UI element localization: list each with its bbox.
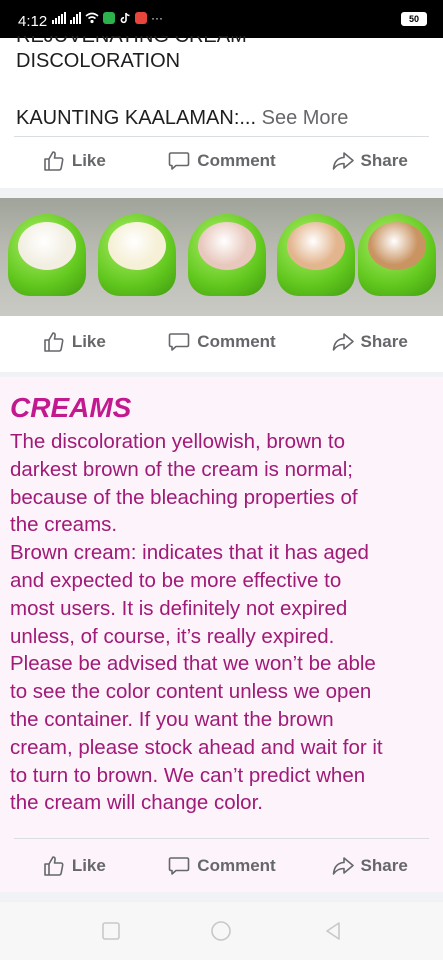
- jar-fill: [198, 222, 256, 270]
- app-icon-red: [135, 12, 147, 24]
- post-actions-3: Like Comment Share: [0, 846, 443, 886]
- signal-icon: [52, 12, 66, 24]
- share-label: Share: [360, 856, 408, 875]
- creams-line: to see the color content unless we open: [10, 680, 372, 704]
- cream-jar: [188, 214, 266, 296]
- status-icons: ···: [52, 11, 163, 25]
- jar-fill: [368, 222, 426, 270]
- comment-icon: [168, 333, 190, 351]
- thumbs-up-icon: [44, 151, 64, 171]
- share-button[interactable]: Share: [295, 141, 443, 181]
- jar-fill: [18, 222, 76, 270]
- like-button[interactable]: Like: [0, 846, 148, 886]
- recents-icon[interactable]: [100, 920, 122, 942]
- like-button[interactable]: Like: [0, 322, 148, 362]
- home-icon[interactable]: [210, 920, 232, 942]
- thumbs-up-icon: [44, 856, 64, 876]
- creams-body: The discoloration yellowish, brown to da…: [10, 428, 440, 817]
- back-icon[interactable]: [322, 920, 344, 942]
- creams-line: The discoloration yellowish, brown to: [10, 430, 345, 453]
- creams-line: darkest brown of the cream is normal;: [10, 457, 353, 481]
- creams-line: Brown cream: indicates that it has aged: [10, 541, 369, 565]
- comment-button[interactable]: Comment: [148, 141, 296, 181]
- share-label: Share: [360, 332, 408, 351]
- comment-icon: [168, 857, 190, 875]
- creams-line: unless, of course, it’s really expired.: [10, 624, 335, 648]
- tiktok-icon: [120, 12, 130, 24]
- share-label: Share: [360, 151, 408, 170]
- share-icon: [332, 333, 354, 351]
- like-label: Like: [71, 856, 106, 875]
- share-button[interactable]: Share: [295, 846, 443, 886]
- post-actions-2: Like Comment Share: [0, 322, 443, 362]
- jar-fill: [108, 222, 166, 270]
- like-button[interactable]: Like: [0, 141, 148, 181]
- comment-label: Comment: [197, 856, 276, 875]
- wifi-icon: [85, 12, 99, 24]
- comment-icon: [168, 152, 190, 170]
- see-more-link[interactable]: See More: [262, 107, 349, 129]
- creams-line: the container. If you want the brown: [10, 707, 334, 731]
- thumbs-up-icon: [44, 332, 64, 352]
- creams-line: Please be advised that we won’t be able: [10, 652, 376, 676]
- status-bar: 4:12 ··· 50: [0, 0, 443, 38]
- cream-jar: [358, 214, 436, 296]
- like-label: Like: [71, 151, 106, 170]
- comment-label: Comment: [197, 151, 276, 170]
- comment-button[interactable]: Comment: [148, 846, 296, 886]
- post-text-kaunting: KAUNTING KAALAMAN:...: [16, 107, 257, 129]
- comment-button[interactable]: Comment: [148, 322, 296, 362]
- like-label: Like: [71, 332, 106, 351]
- creams-line: and expected to be more effective to: [10, 568, 342, 592]
- battery-icon: 50: [401, 12, 427, 26]
- share-icon: [332, 152, 354, 170]
- signal-icon-2: [70, 12, 81, 24]
- jar-fill: [287, 222, 345, 270]
- cream-jars-photo[interactable]: [0, 198, 443, 316]
- share-button[interactable]: Share: [295, 322, 443, 362]
- creams-line: most users. It is definitely not expired: [10, 596, 348, 620]
- navigation-bar: [0, 902, 443, 960]
- post-actions-1: Like Comment Share: [0, 141, 443, 181]
- cream-jar: [277, 214, 355, 296]
- creams-line: the cream will change color.: [10, 791, 263, 815]
- cream-jar: [98, 214, 176, 296]
- post-text-cut-line: REJUVENATING CREAM: [16, 36, 247, 47]
- divider: [14, 136, 429, 137]
- creams-line: cream, please stock ahead and wait for i…: [10, 735, 383, 759]
- divider: [14, 838, 429, 839]
- post-text-line-1: DISCOLORATION: [16, 50, 181, 72]
- share-icon: [332, 857, 354, 875]
- creams-line: the creams.: [10, 513, 118, 537]
- comment-label: Comment: [197, 332, 276, 351]
- status-time: 4:12: [18, 13, 48, 30]
- post-text-line-2: KAUNTING KAALAMAN:... See More: [16, 107, 348, 130]
- cream-jar: [8, 214, 86, 296]
- app-icon-green: [103, 12, 115, 24]
- creams-line: to turn to brown. We can’t predict when: [10, 763, 366, 787]
- more-notifications-icon: ···: [151, 11, 163, 25]
- creams-title: CREAMS: [10, 392, 132, 423]
- creams-line: because of the bleaching properties of: [10, 485, 358, 509]
